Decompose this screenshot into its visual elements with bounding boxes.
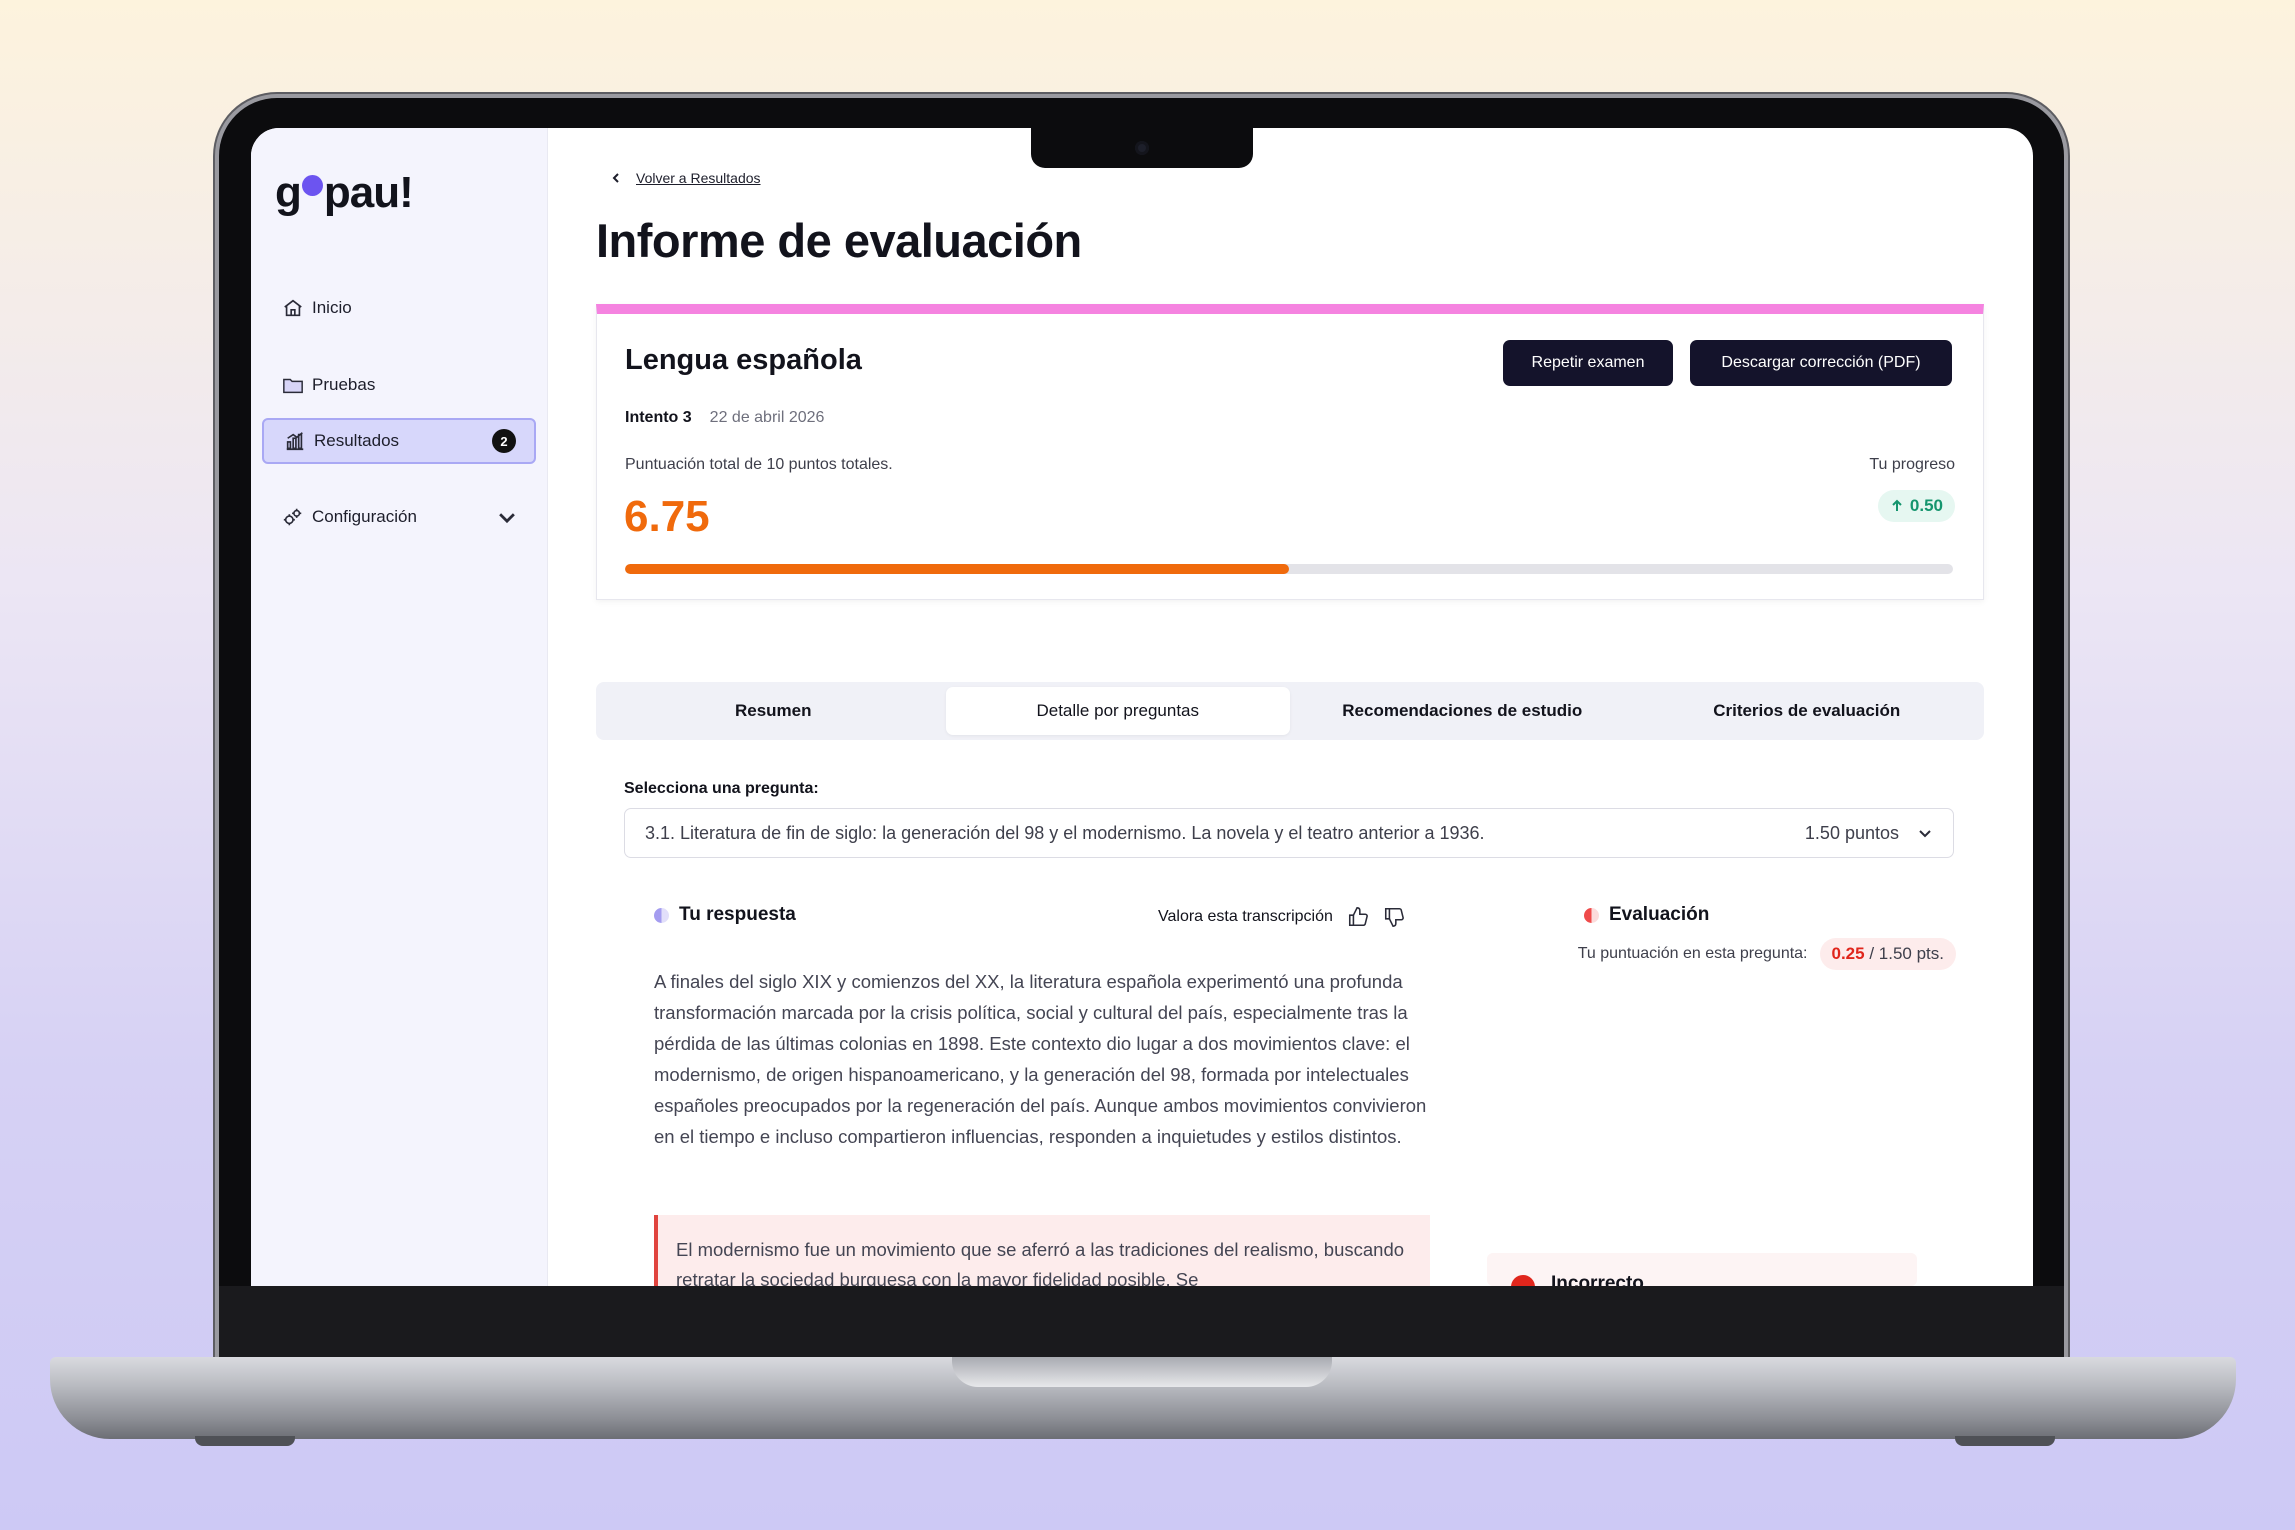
laptop-foot xyxy=(1955,1436,2055,1446)
sidebar: g pau! Inicio Pruebas Resultados 2 Config… xyxy=(251,128,548,1286)
sidebar-item-label: Inicio xyxy=(312,298,352,317)
tab-recomendaciones-de-estudio[interactable]: Recomendaciones de estudio xyxy=(1290,687,1635,735)
score-card: Lengua española Repetir examen Descargar… xyxy=(596,304,1984,600)
sidebar-item-label: Pruebas xyxy=(312,375,376,394)
back-link-label[interactable]: Volver a Resultados xyxy=(636,170,761,186)
progress-delta-badge: 0.50 xyxy=(1877,490,1955,522)
tab-detalle-por-preguntas[interactable]: Detalle por preguntas xyxy=(945,687,1290,735)
camera-notch xyxy=(1031,128,1253,168)
half-circle-icon xyxy=(1584,907,1599,923)
question-score-badge: 0.25 / 1.50 pts. xyxy=(1819,938,1956,970)
rate-transcription: Valora esta transcripción xyxy=(1158,906,1405,928)
total-score: 6.75 xyxy=(624,492,710,541)
logo[interactable]: g pau! xyxy=(275,168,414,218)
progress-delta-value: 0.50 xyxy=(1909,496,1943,515)
camera-icon xyxy=(1135,141,1149,155)
evaluation-heading-label: Evaluación xyxy=(1609,904,1710,925)
question-score-line: Tu puntuación en esta pregunta: 0.25 / 1… xyxy=(1312,938,1956,970)
logo-dot xyxy=(301,174,323,196)
score-label: Puntuación total de 10 puntos totales. xyxy=(625,456,893,473)
evaluation-heading: Evaluación xyxy=(1584,904,1709,926)
logo-text-g: g xyxy=(275,168,302,217)
question-score-max: / 1.50 pts. xyxy=(1869,944,1944,963)
tab-resumen[interactable]: Resumen xyxy=(601,687,946,735)
sidebar-item-label: Resultados xyxy=(314,431,400,450)
laptop-foot xyxy=(195,1436,295,1446)
download-correction-button[interactable]: Descargar corrección (PDF) xyxy=(1690,340,1952,386)
sidebar-item-resultados[interactable]: Resultados 2 xyxy=(262,418,536,464)
question-points: 1.50 puntos xyxy=(1804,822,1899,843)
verdict-label: Incorrecto xyxy=(1551,1273,1644,1286)
chevron-left-icon xyxy=(612,173,619,183)
sidebar-item-inicio[interactable]: Inicio xyxy=(262,285,536,331)
tab-criterios-de-evaluacion[interactable]: Criterios de evaluación xyxy=(1635,687,1980,735)
notification-badge: 2 xyxy=(492,429,516,453)
attempt-date: 22 de abril 2026 xyxy=(709,409,825,426)
question-score-value: 0.25 xyxy=(1831,944,1865,963)
answer-heading-label: Tu respuesta xyxy=(679,904,796,925)
back-link[interactable]: Volver a Resultados xyxy=(610,170,761,186)
folder-icon xyxy=(283,378,303,394)
score-progress-fill xyxy=(625,564,1289,574)
page-title: Informe de evaluación xyxy=(596,214,1082,267)
question-score-label: Tu puntuación en esta pregunta: xyxy=(1577,945,1808,962)
score-progress-bar xyxy=(625,564,1953,574)
home-icon xyxy=(284,299,302,317)
attempt-number: Intento 3 xyxy=(625,409,692,426)
rate-transcription-label: Valora esta transcripción xyxy=(1158,908,1333,925)
progress-label: Tu progreso xyxy=(1869,456,1955,473)
answer-text: A finales del siglo XIX y comienzos del … xyxy=(654,971,1427,1147)
thumbs-up-icon[interactable] xyxy=(1347,906,1369,928)
sidebar-item-pruebas[interactable]: Pruebas xyxy=(262,362,536,408)
gears-icon xyxy=(283,508,302,526)
logo-text-pau: pau! xyxy=(323,168,414,217)
answer-heading: Tu respuesta xyxy=(654,904,796,926)
question-select-value: 3.1. Literatura de fin de siglo: la gene… xyxy=(645,822,1485,843)
verdict-box: Incorrecto xyxy=(1487,1253,1917,1286)
chevron-down-icon xyxy=(1919,830,1931,838)
incorrect-fragment[interactable]: El modernismo fue un movimiento que se a… xyxy=(654,1215,1430,1286)
attempt-info: Intento 3 22 de abril 2026 xyxy=(625,409,824,427)
sidebar-item-label: Configuración xyxy=(312,507,417,526)
tab-bar: Resumen Detalle por preguntas Recomendac… xyxy=(596,682,1984,740)
alert-icon xyxy=(1511,1275,1535,1286)
app-screen: g pau! Inicio Pruebas Resultados 2 Config… xyxy=(251,128,2033,1286)
chart-icon xyxy=(286,432,304,451)
thumbs-down-icon[interactable] xyxy=(1383,906,1405,928)
question-select[interactable]: 3.1. Literatura de fin de siglo: la gene… xyxy=(624,808,1954,858)
repeat-exam-button[interactable]: Repetir examen xyxy=(1503,340,1673,386)
laptop-chin xyxy=(219,1286,2064,1361)
subject-title: Lengua española xyxy=(625,344,862,376)
question-select-label: Selecciona una pregunta: xyxy=(624,780,819,797)
arrow-up-icon xyxy=(1892,499,1902,511)
chevron-down-icon[interactable] xyxy=(496,506,518,528)
main-content: Volver a Resultados Informe de evaluació… xyxy=(548,128,2033,1286)
sidebar-item-configuracion[interactable]: Configuración xyxy=(262,494,536,540)
half-circle-icon xyxy=(654,907,669,923)
laptop-opening-groove xyxy=(952,1357,1332,1387)
